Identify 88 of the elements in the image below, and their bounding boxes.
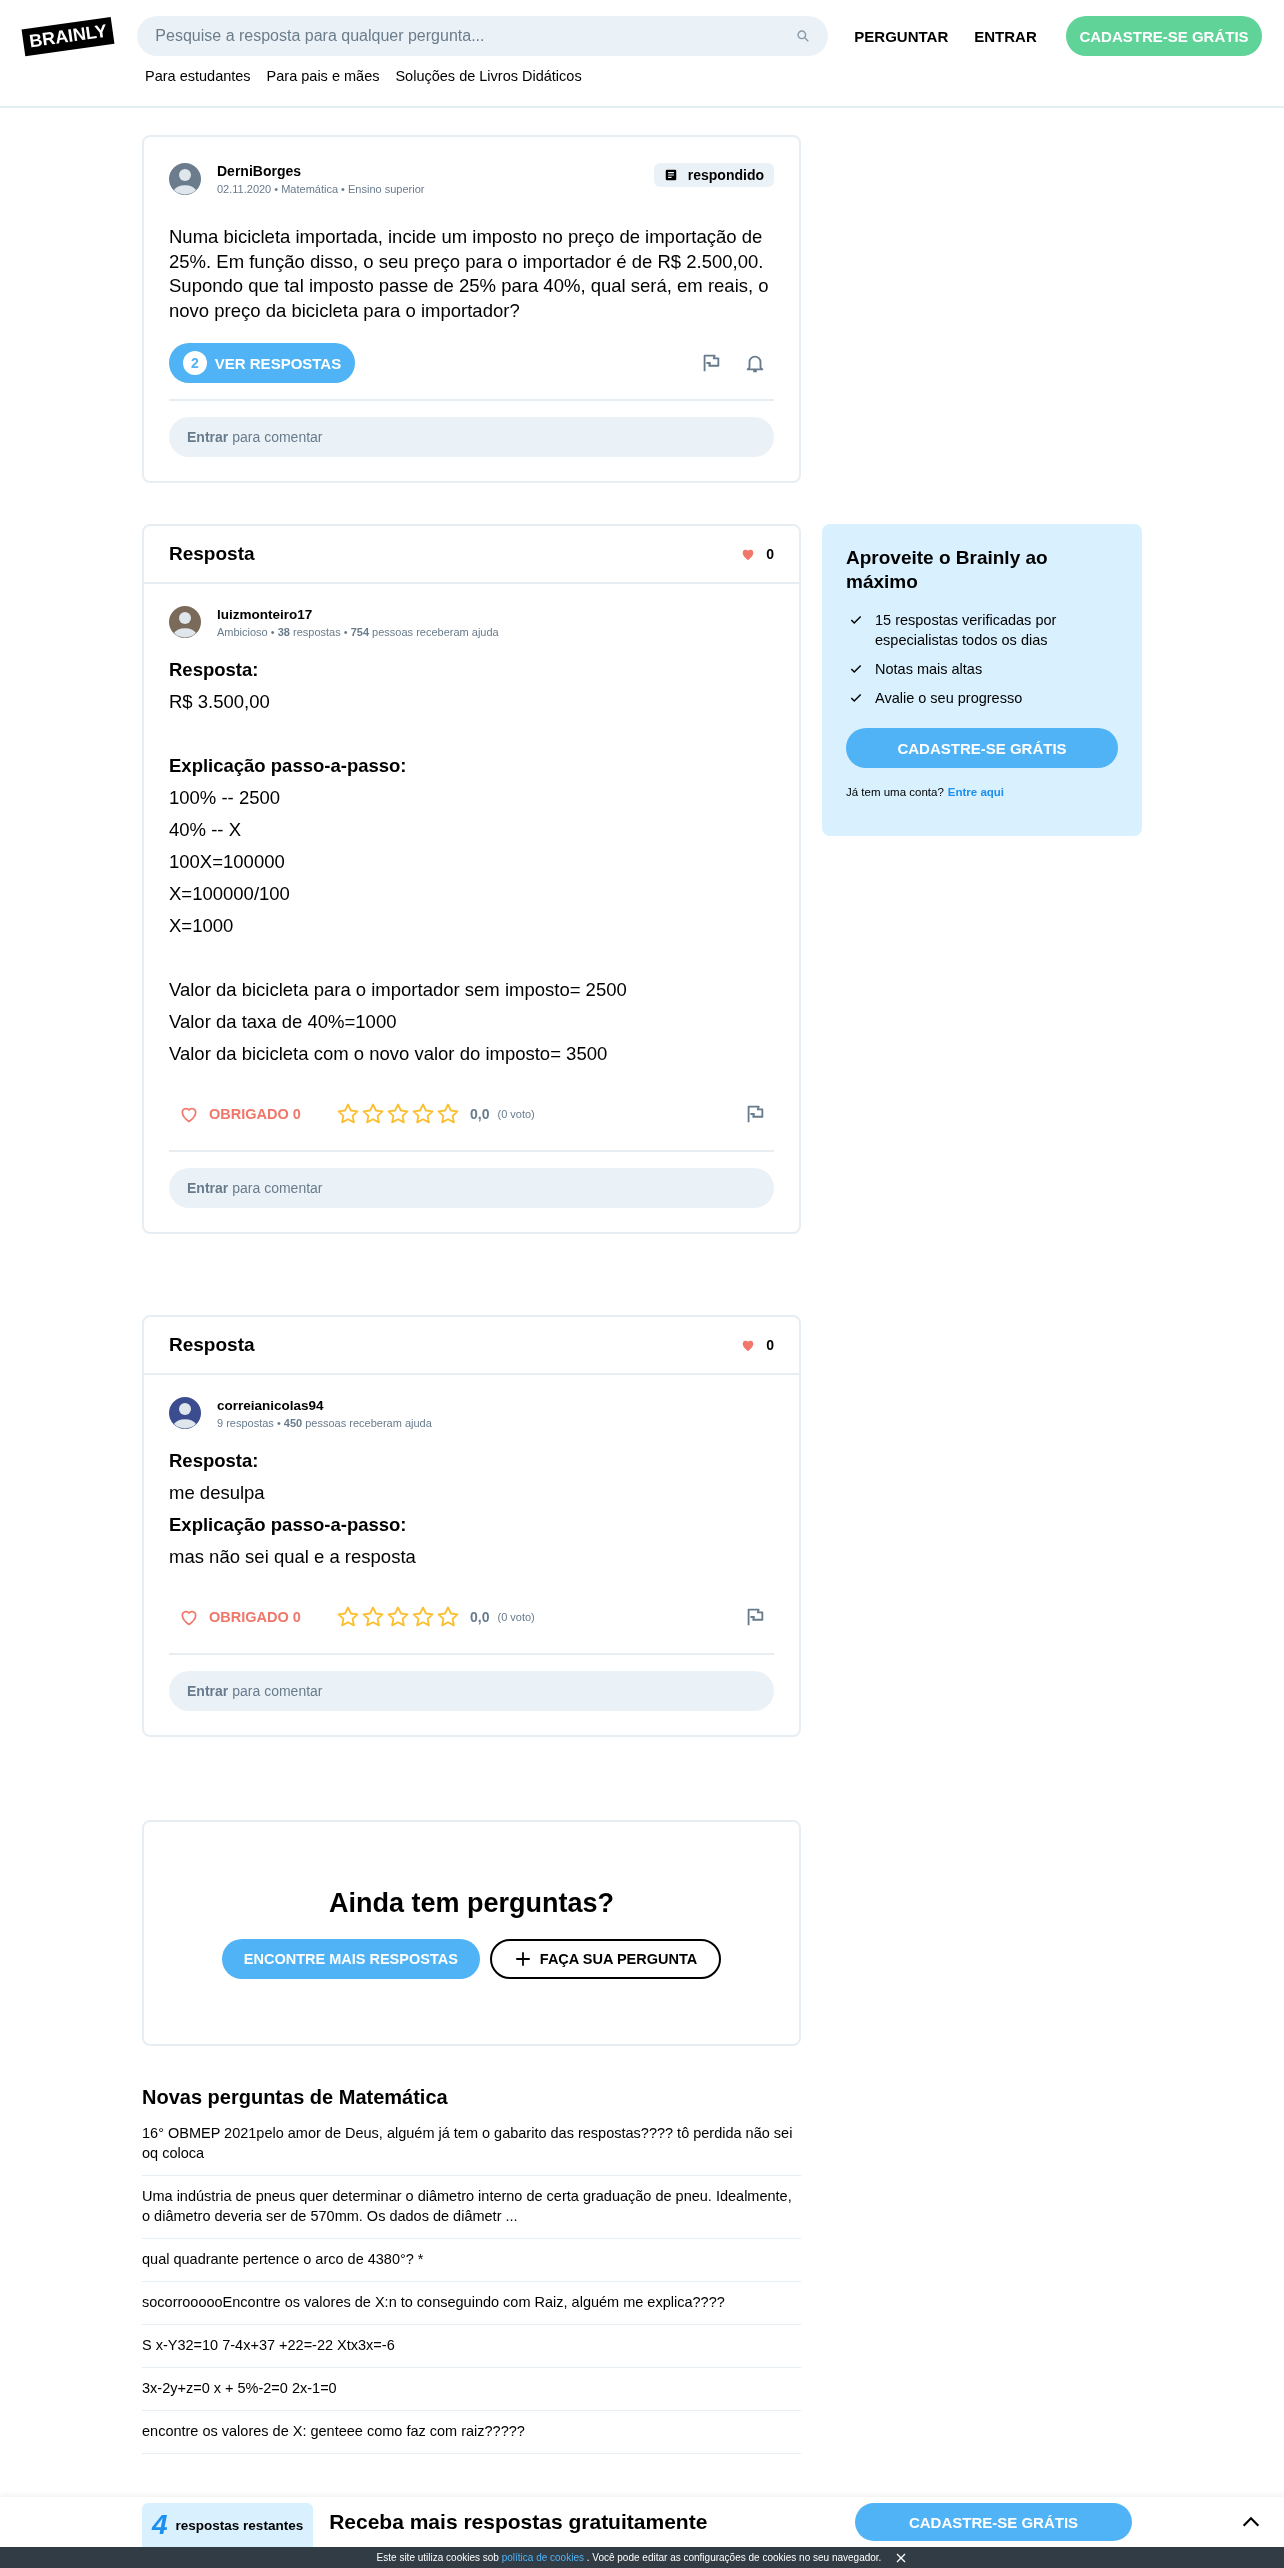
star-icon <box>436 1102 460 1126</box>
question-link[interactable]: 3x-2y+z=0 x + 5%-2=0 2x-1=0 <box>142 2368 801 2411</box>
ask-title: Ainda tem perguntas? <box>329 1888 614 1919</box>
status-text: respondido <box>687 167 764 183</box>
comment-field[interactable]: Entrar para comentar <box>169 1671 774 1711</box>
banner-message: Receba mais respostas gratuitamente <box>329 2510 708 2534</box>
star-icon <box>336 1102 360 1126</box>
close-icon <box>895 2551 908 2564</box>
answer-line: X=100000/100 <box>169 882 291 906</box>
benefit-text: Notas mais altas <box>875 660 983 679</box>
section-title: Novas perguntas de Matemática <box>142 2086 449 2109</box>
star-icon <box>361 1605 385 1629</box>
nav-link[interactable]: Para estudantes <box>145 68 251 84</box>
like-count: 0 <box>766 546 774 562</box>
plus-icon <box>513 1950 532 1968</box>
comment-field[interactable]: Entrar para comentar <box>169 417 774 457</box>
answer-line: me desulpa <box>169 1481 266 1505</box>
answer-line: R$ 3.500,00 <box>169 690 271 714</box>
answer-count: 2 <box>182 351 207 375</box>
answer-heading: Explicação passo-a-passo: <box>169 1513 408 1537</box>
answer-title: Resposta <box>169 543 255 565</box>
author-name[interactable]: correianicolas94 <box>217 1397 774 1413</box>
author-name[interactable]: luizmonteiro17 <box>217 606 774 622</box>
answer-line: Valor da bicicleta para o importador sem imposto= 2500 <box>169 978 628 1002</box>
check-icon <box>849 662 863 676</box>
check-icon <box>849 613 863 627</box>
benefit-text: 15 respostas verificadas por especialistas todos os dias <box>875 611 1058 650</box>
star-icon <box>436 1605 460 1629</box>
header-link[interactable]: ENTRAR <box>974 27 1037 45</box>
author-stats: Ambicioso • 38 respostas • 754 pessoas receberam ajuda <box>217 625 500 638</box>
answer-line: mas não sei qual e a resposta <box>169 1545 417 1569</box>
header-link[interactable]: PERGUNTAR <box>854 27 949 45</box>
remaining-count: 4 <box>152 2509 168 2541</box>
benefit-text: Avalie o seu progresso <box>875 689 1023 708</box>
rating-value: 0,0 <box>470 1106 490 1122</box>
star-icon <box>411 1605 435 1629</box>
login-prompt: Já tem uma conta? <box>846 786 944 798</box>
answer-line: X=1000 <box>169 914 235 938</box>
logo[interactable]: BRAINLY <box>21 16 115 56</box>
thanks-label: OBRIGADO 0 <box>209 1106 301 1122</box>
question-link[interactable]: qual quadrante pertence o arco de 4380°? * <box>142 2239 801 2282</box>
question-link[interactable]: Uma indústria de pneus quer determinar o diâmetro interno de certa graduação de pneu. Idealmente, o diâmetro deveria ser de 570mm. Os dados de diâmetr ... <box>142 2176 801 2239</box>
like-count: 0 <box>766 1337 774 1353</box>
star-icon <box>361 1102 385 1126</box>
avatar-icon <box>169 1397 201 1429</box>
answer-heading: Explicação passo-a-passo: <box>169 754 408 778</box>
comment-field[interactable]: Entrar para comentar <box>169 1168 774 1208</box>
rating-value: 0,0 <box>470 1609 490 1625</box>
button-label: VER RESPOSTAS <box>214 354 342 372</box>
answer-line: 40% -- X <box>169 818 242 842</box>
question-link[interactable]: S x-Y32=10 7-4x+37 +22=-22 Xtx3x=-6 <box>142 2325 801 2368</box>
star-icon <box>411 1102 435 1126</box>
document-icon <box>663 168 678 182</box>
check-icon <box>849 691 863 705</box>
vote-count: (0 voto) <box>497 1108 535 1120</box>
question-meta: 02.11.2020 • Matemática • Ensino superior <box>217 183 426 195</box>
nav-link[interactable]: Para pais e mães <box>266 68 380 84</box>
star-icon <box>336 1605 360 1629</box>
star-icon <box>386 1102 410 1126</box>
ask-question-button[interactable]: FAÇA SUA PERGUNTA <box>489 1939 722 1979</box>
answer-title: Resposta <box>169 1334 255 1356</box>
promo-title: Aproveite o Brainly ao máximo <box>846 546 1049 594</box>
question-text: Numa bicicleta importada, incide um imposto no preço de importação de 25%. Em função disso, o seu preço para o importador é de R$ 2.500,00. Supondo que tal imposto passe de 25% para 40%, qual será, em reais, o novo preço da bicicleta para o importador? <box>169 225 770 323</box>
star-icon <box>386 1605 410 1629</box>
author-stats: 9 respostas • 450 pessoas receberam ajuda <box>217 1416 433 1429</box>
question-link[interactable]: 16° OBMEP 2021pelo amor de Deus, alguém já tem o gabarito das respostas???? tô perdida não sei oq coloca <box>142 2123 801 2176</box>
answer-heading: Resposta: <box>169 1449 260 1473</box>
vote-count: (0 voto) <box>497 1611 535 1623</box>
star-rating[interactable] <box>336 1102 460 1126</box>
remaining-label: respostas restantes <box>175 2517 304 2533</box>
thanks-label: OBRIGADO 0 <box>209 1609 301 1625</box>
avatar-icon <box>169 163 201 195</box>
author-name[interactable]: DerniBorges <box>217 163 638 179</box>
star-rating[interactable] <box>336 1605 460 1629</box>
question-link[interactable]: socorroooooEncontre os valores de X:n to conseguindo com Raiz, alguém me explica???? <box>142 2282 801 2325</box>
search-icon <box>796 29 811 43</box>
answer-line: 100% -- 2500 <box>169 786 282 810</box>
answer-heading: Resposta: <box>169 658 260 682</box>
nav-link[interactable]: Soluções de Livros Didáticos <box>395 68 582 84</box>
question-link[interactable]: encontre os valores de X: genteee como faz com raiz????? <box>142 2411 801 2454</box>
cookie-policy-link[interactable]: política de cookies <box>501 2552 584 2563</box>
button-label: FAÇA SUA PERGUNTA <box>539 1951 698 1967</box>
answer-line: 100X=100000 <box>169 850 286 874</box>
search-field[interactable]: Pesquise a resposta para qualquer pergunta... <box>137 16 829 56</box>
answer-line: Valor da taxa de 40%=1000 <box>169 1010 398 1034</box>
answer-line: Valor da bicicleta com o novo valor do imposto= 3500 <box>169 1042 609 1066</box>
avatar-icon <box>169 606 201 638</box>
cookie-notice: Este site utiliza cookies sob política de cookies . Você pode editar as configurações de cookies no seu navegador. <box>376 2552 882 2563</box>
